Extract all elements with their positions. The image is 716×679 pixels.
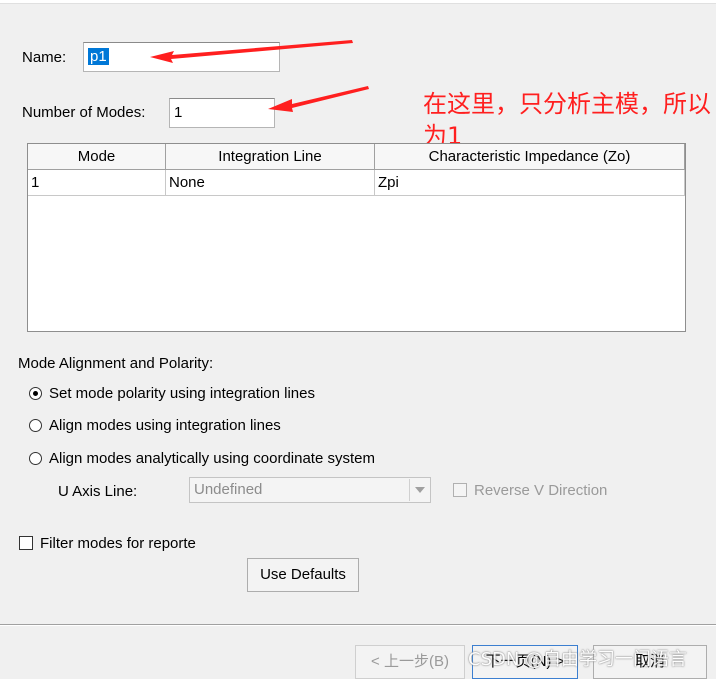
table-header: Mode Integration Line Characteristic Imp… [28, 144, 685, 170]
use-defaults-button[interactable]: Use Defaults [247, 558, 359, 592]
chevron-down-icon[interactable] [409, 479, 429, 501]
watermark: CSDN @自由学习一门语言 [468, 649, 688, 670]
divider [0, 624, 716, 626]
column-header-mode[interactable]: Mode [28, 144, 166, 170]
radio-set-polarity-label[interactable]: Set mode polarity using integration line… [49, 385, 315, 402]
u-axis-select[interactable]: Undefined [189, 477, 431, 503]
radio-set-polarity[interactable] [29, 387, 42, 400]
alignment-title: Mode Alignment and Polarity: [18, 355, 214, 372]
arrow-to-name [150, 40, 353, 63]
reverse-v-label: Reverse V Direction [474, 482, 608, 499]
reverse-v-checkbox[interactable] [453, 483, 467, 497]
arrow-to-modes [268, 86, 369, 112]
column-header-impedance[interactable]: Characteristic Impedance (Zo) [375, 144, 685, 170]
u-axis-label: U Axis Line: [58, 483, 138, 500]
radio-align-integration-label[interactable]: Align modes using integration lines [49, 417, 281, 434]
cell-integration-line[interactable]: None [166, 170, 375, 195]
radio-align-integration[interactable] [29, 419, 42, 432]
modes-table[interactable]: Mode Integration Line Characteristic Imp… [27, 143, 686, 332]
cell-impedance[interactable]: Zpi [375, 170, 685, 195]
radio-align-analytic[interactable] [29, 452, 42, 465]
filter-modes-checkbox[interactable] [19, 536, 33, 550]
filter-modes-label[interactable]: Filter modes for reporte [40, 535, 218, 552]
back-button[interactable]: < 上一步(B) [355, 645, 465, 679]
radio-align-analytic-label[interactable]: Align modes analytically using coordinat… [49, 450, 375, 467]
cell-mode[interactable]: 1 [28, 170, 166, 195]
column-header-integration-line[interactable]: Integration Line [166, 144, 375, 170]
table-row[interactable]: 1 None Zpi [28, 170, 685, 196]
u-axis-value: Undefined [194, 481, 263, 498]
